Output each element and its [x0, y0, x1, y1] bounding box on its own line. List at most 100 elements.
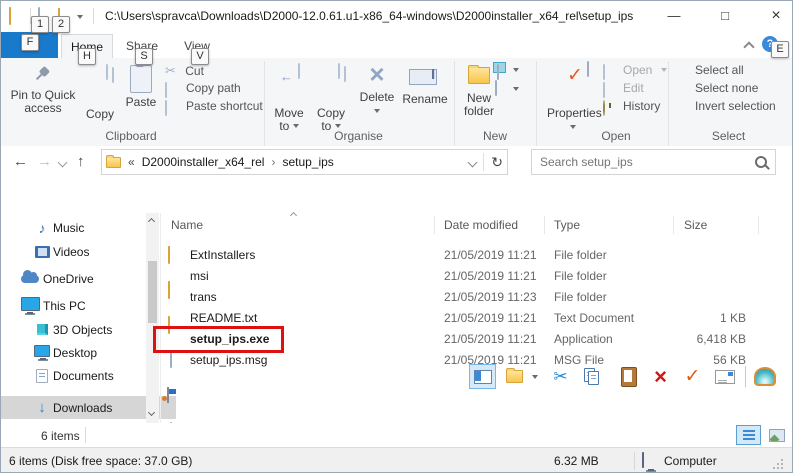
documents-icon — [31, 369, 53, 383]
application-icon — [167, 387, 169, 403]
toolbar-shell-button[interactable] — [751, 364, 778, 389]
easy-access-icon — [495, 80, 497, 96]
up-button[interactable]: ↑ — [77, 153, 85, 170]
delete-button[interactable]: × Delete — [355, 59, 399, 118]
sidebar-item-this-pc[interactable]: This PC — [1, 294, 162, 317]
copy-path-icon — [165, 82, 167, 98]
history-icon — [603, 100, 605, 116]
refresh-button[interactable]: ↻ — [491, 154, 503, 171]
keytip-file: F — [21, 34, 39, 51]
navigation-pane: ♪ Music Videos OneDrive This PC 3D Objec… — [1, 213, 146, 423]
select-none-button[interactable]: Select none — [677, 80, 758, 97]
scroll-up-icon[interactable] — [148, 218, 155, 225]
window-folder-icon — [9, 9, 11, 25]
dropdown-arrow-icon — [293, 124, 299, 128]
computer-icon — [642, 452, 644, 468]
paste-page — [624, 370, 632, 382]
forward-button[interactable]: → — [37, 153, 52, 170]
history-button[interactable]: History — [603, 98, 660, 115]
scrollbar-thumb[interactable] — [148, 261, 157, 323]
column-divider[interactable] — [673, 216, 674, 234]
new-item-icon — [497, 64, 499, 80]
new-item-button[interactable] — [493, 62, 495, 76]
recent-locations-icon[interactable] — [58, 158, 68, 168]
copy-button[interactable]: Copy — [81, 59, 119, 121]
keytip-qat-2: 2 — [52, 16, 70, 33]
keytip-home: H — [78, 48, 96, 65]
invert-selection-button[interactable]: Invert selection — [677, 98, 776, 115]
pane-splitter[interactable] — [160, 213, 161, 423]
open-button[interactable]: Open — [603, 62, 667, 79]
copy-path-button[interactable]: Copy path — [165, 80, 241, 97]
breadcrumb-parent[interactable]: D2000installer_x64_rel — [142, 155, 265, 169]
easy-access-button[interactable] — [493, 81, 495, 95]
sidebar-item-onedrive[interactable]: OneDrive — [1, 267, 162, 290]
paste-shortcut-button[interactable]: Paste shortcut — [165, 98, 263, 115]
keytip-view: V — [191, 48, 209, 65]
column-header-type[interactable]: Type — [554, 217, 580, 234]
window-title: C:\Users\spravca\Downloads\D2000-12.0.61… — [105, 9, 640, 23]
dropdown-arrow-icon — [513, 87, 519, 91]
open-icon — [603, 64, 605, 80]
keytip-help: E — [771, 41, 789, 58]
address-bar[interactable]: « D2000installer_x64_rel › setup_ips ↻ — [101, 149, 508, 175]
qat-customize-arrow-icon[interactable] — [77, 15, 83, 19]
column-header-name[interactable]: Name — [171, 217, 203, 234]
group-label-new: New — [456, 129, 534, 143]
resize-grip[interactable] — [773, 467, 775, 469]
minimize-button[interactable]: — — [651, 1, 697, 31]
rename-ibeam-icon: I — [431, 66, 435, 83]
back-button[interactable]: ← — [13, 153, 28, 170]
dropdown-arrow-icon — [661, 68, 667, 72]
column-divider[interactable] — [434, 216, 435, 234]
copy-to-button[interactable]: Copy to — [311, 59, 351, 133]
details-view-button[interactable] — [736, 425, 761, 445]
breadcrumb-current[interactable]: setup_ips — [282, 155, 333, 169]
maximize-button[interactable]: □ — [702, 1, 748, 31]
move-to-button[interactable]: ← Move to — [269, 59, 309, 133]
paste-button[interactable]: Paste — [121, 59, 161, 109]
copy-pages-icon — [112, 67, 114, 83]
thumbnails-view-button[interactable] — [764, 425, 789, 445]
sort-ascending-icon — [290, 212, 297, 219]
close-button[interactable]: × — [753, 1, 793, 31]
ribbon-tab-row: Home Share View ? — [1, 31, 792, 58]
classic-status-bar: 6 items (Disk free space: 37.0 GB) 6.32 … — [1, 447, 792, 473]
folder-icon — [168, 283, 170, 299]
search-placeholder: Search setup_ips — [540, 155, 755, 169]
rename-button[interactable]: I Rename — [401, 59, 449, 106]
dropdown-arrow-icon[interactable] — [532, 375, 538, 379]
column-divider[interactable] — [544, 216, 545, 234]
column-header-size[interactable]: Size — [684, 217, 707, 234]
envelope-stamp — [728, 372, 733, 376]
column-divider[interactable] — [758, 216, 759, 234]
music-icon: ♪ — [31, 220, 53, 236]
text-document-icon — [170, 352, 172, 368]
thumbnails-view-icon — [769, 429, 785, 442]
toolbar-paste-button[interactable] — [615, 364, 642, 389]
scroll-down-icon[interactable] — [148, 409, 155, 416]
thumb-mountain — [769, 434, 779, 441]
keytip-share: S — [135, 48, 153, 65]
status-location: Computer — [664, 454, 717, 468]
paste-clipboard-icon — [621, 367, 637, 387]
address-dropdown-icon[interactable] — [468, 157, 478, 167]
envelope-icon — [715, 370, 735, 384]
new-folder-icon — [468, 67, 490, 84]
3d-objects-icon — [31, 324, 53, 335]
edit-button[interactable]: Edit — [603, 80, 644, 97]
sidebar-scrollbar[interactable] — [146, 213, 159, 425]
explorer-status-bar: 6 items — [1, 423, 792, 447]
pin-to-quick-access-button[interactable]: Pin to Quick access — [7, 59, 79, 115]
search-box[interactable]: Search setup_ips — [531, 149, 776, 175]
collapse-ribbon-icon[interactable] — [743, 41, 754, 52]
select-all-button[interactable]: Select all — [677, 62, 744, 79]
group-label-clipboard: Clipboard — [71, 129, 191, 143]
navigation-bar: ← → ↑ « D2000installer_x64_rel › setup_i… — [1, 146, 792, 181]
folder-icon — [506, 370, 523, 383]
column-header-date[interactable]: Date modified — [444, 217, 518, 234]
properties-page-icon — [587, 61, 589, 77]
move-to-icon — [298, 63, 300, 79]
properties-button[interactable]: ✓ Properties — [547, 59, 599, 134]
breadcrumb-overflow[interactable]: « — [128, 155, 135, 169]
